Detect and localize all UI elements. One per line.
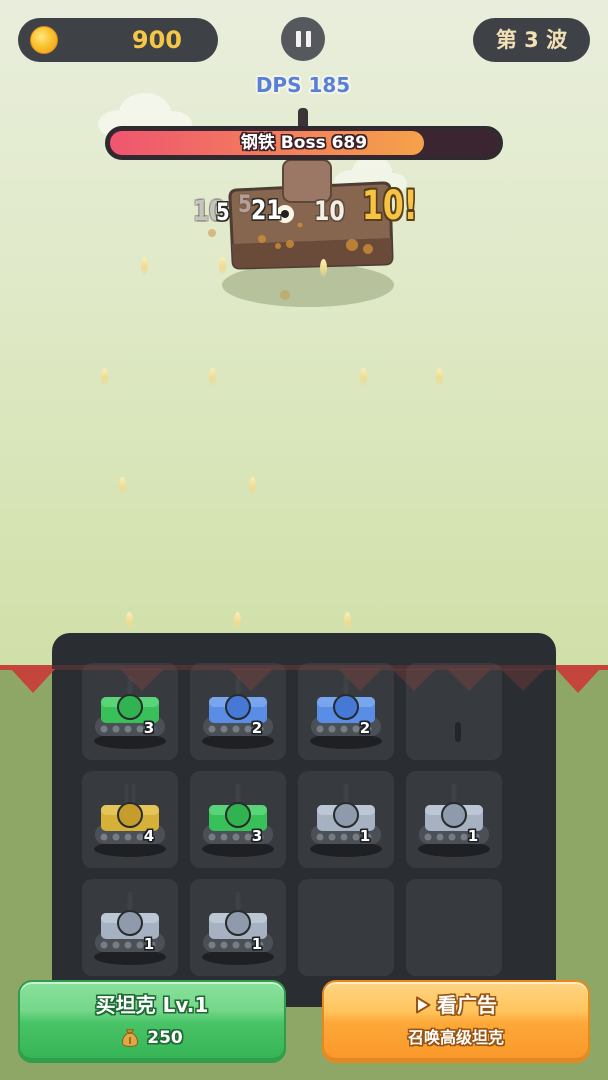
tank-turret [441, 802, 467, 828]
track-wheel [124, 833, 132, 841]
defense-line-bunting [0, 665, 608, 693]
bullet [101, 368, 108, 386]
tank-gray[interactable] [82, 879, 178, 976]
buy-tank-button[interactable]: 买坦克 Lv.1 250 [18, 980, 286, 1063]
track-wheel [220, 941, 228, 949]
empty-grid-cell[interactable] [406, 879, 502, 976]
track-wheel [100, 941, 108, 949]
tank-level: 1 [251, 935, 263, 953]
track-wheel [340, 725, 348, 733]
tank-grid: 3 2 2 4 3 1 1 1 1 [82, 663, 502, 976]
track-wheel [232, 941, 240, 949]
tank-level: 2 [251, 719, 263, 737]
critical-damage-popup: 10! [362, 183, 418, 229]
track-wheel [232, 833, 240, 841]
track-wheel [208, 725, 216, 733]
track-wheel [208, 941, 216, 949]
watch-ad-title: 看广告 [324, 992, 588, 1018]
track-wheel [124, 725, 132, 733]
bullet [209, 368, 216, 386]
grid-cell[interactable]: 3 [190, 771, 286, 868]
buy-tank-price: 250 [147, 1028, 183, 1048]
track-wheel [220, 725, 228, 733]
tank-turret [117, 910, 143, 936]
wave-label: 第 3 波 [495, 28, 568, 52]
damage-popup: 5 [238, 190, 252, 218]
coin-icon [30, 26, 58, 54]
boss-shadow [222, 263, 394, 307]
tank-level: 1 [143, 935, 155, 953]
bullet [219, 257, 226, 275]
track-wheel [112, 833, 120, 841]
tank-gray[interactable] [298, 771, 394, 868]
track-wheel [328, 725, 336, 733]
bullet [360, 368, 367, 386]
bullet [141, 257, 148, 275]
track-wheel [208, 833, 216, 841]
empty-grid-cell[interactable] [298, 879, 394, 976]
watch-ad-sublabel: 召唤高级坦克 [407, 1028, 504, 1047]
dps-label: DPS 185 [255, 73, 351, 97]
track-wheel [100, 725, 108, 733]
grid-cell[interactable]: 4 [82, 771, 178, 868]
track-wheel [100, 833, 108, 841]
tank-level: 1 [359, 827, 371, 845]
grid-cell[interactable]: 1 [82, 879, 178, 976]
tank-gray[interactable] [406, 771, 502, 868]
track-wheel [316, 725, 324, 733]
tank-gray[interactable] [190, 879, 286, 976]
track-wheel [424, 833, 432, 841]
grid-cell[interactable]: 1 [190, 879, 286, 976]
tank-level: 2 [359, 719, 371, 737]
tank-level: 1 [467, 827, 479, 845]
damage-popup: 21 [251, 195, 282, 226]
damage-popup: 10 [314, 196, 345, 227]
tank-turret [333, 802, 359, 828]
track-wheel [328, 833, 336, 841]
money-bag-icon [122, 1029, 139, 1047]
damage-popup: 5 [216, 198, 230, 226]
track-wheel [316, 833, 324, 841]
boss-health-bar: 钢铁 Boss 689 [105, 126, 503, 160]
grid-cell[interactable]: 1 [298, 771, 394, 868]
tank-turret [225, 910, 251, 936]
track-wheel [112, 725, 120, 733]
tank-level: 3 [251, 827, 263, 845]
pause-button[interactable] [281, 17, 325, 61]
tank-green[interactable] [190, 771, 286, 868]
impact-flash-core [281, 210, 289, 218]
boss-name-label: 钢铁 Boss 689 [240, 133, 368, 153]
tank-turret [117, 802, 143, 828]
tank-level: 4 [143, 827, 155, 845]
buy-tank-label: 买坦克 Lv.1 [95, 993, 209, 1017]
track-wheel [124, 941, 132, 949]
tank-level: 3 [143, 719, 155, 737]
track-wheel [448, 833, 456, 841]
play-icon [416, 996, 431, 1014]
track-wheel [436, 833, 444, 841]
bullet [119, 477, 126, 495]
tank-yellow[interactable] [82, 771, 178, 868]
track-wheel [232, 725, 240, 733]
coin-amount: 900 [131, 26, 182, 54]
bullet [126, 612, 133, 630]
tank-turret [225, 802, 251, 828]
coin-counter: 900 [18, 18, 218, 62]
grid-cell[interactable]: 1 [406, 771, 502, 868]
bullet [234, 612, 241, 630]
bullet [344, 612, 351, 630]
track-wheel [220, 833, 228, 841]
watch-ad-button[interactable]: 看广告 召唤高级坦克 [322, 980, 590, 1063]
watch-ad-label: 看广告 [437, 993, 497, 1017]
bullet [249, 477, 256, 495]
bullet [436, 368, 443, 386]
wave-indicator: 第 3 波 [473, 18, 590, 62]
bullet [320, 259, 327, 277]
track-wheel [112, 941, 120, 949]
faint-shadow-mark [455, 722, 461, 742]
track-wheel [340, 833, 348, 841]
buy-tank-cost: 250 [20, 1026, 284, 1050]
